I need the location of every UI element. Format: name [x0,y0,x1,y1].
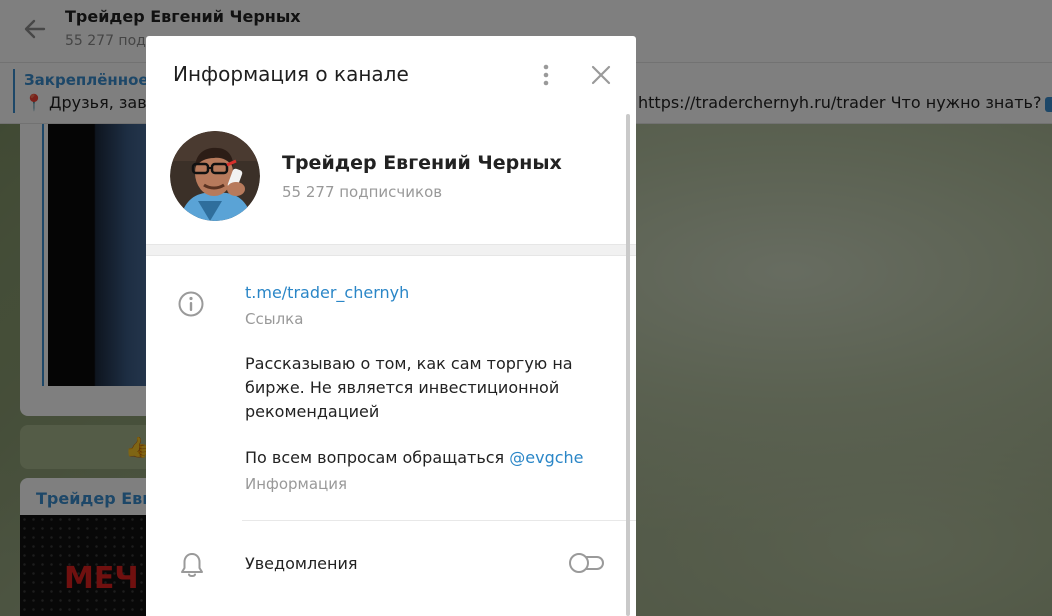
avatar[interactable] [170,131,260,221]
section-divider [146,244,636,256]
notifications-toggle[interactable] [569,553,606,573]
subscriber-count: 55 277 подписчиков [282,183,443,201]
info-caption: Информация [245,475,348,493]
channel-name: Трейдер Евгений Черных [282,152,562,174]
dialog-title: Информация о канале [173,62,409,86]
notifications-row[interactable]: Уведомления [146,521,636,606]
channel-link[interactable]: t.me/trader_chernyh [245,283,409,302]
info-icon [178,291,204,317]
channel-profile: Трейдер Евгений Черных 55 277 подписчико… [146,116,636,244]
more-options-icon[interactable] [535,62,557,88]
contact-text: По всем вопросам обращаться [245,448,510,467]
contact-mention-link[interactable]: @evgche [509,448,583,467]
scrollbar[interactable] [626,114,630,616]
toggle-knob [569,553,589,573]
contact-line: По всем вопросам обращаться @evgche [245,448,584,467]
bell-icon [181,553,203,577]
notifications-label: Уведомления [245,554,358,573]
channel-description: Рассказываю о том, как сам торгую на бир… [245,354,573,421]
link-caption: Ссылка [245,310,304,328]
channel-info-dialog: Информация о канале Трейдер Евгений Черн… [146,36,636,616]
dialog-header: Информация о канале [146,36,636,116]
scrollbar-thumb[interactable] [626,114,630,616]
close-icon[interactable] [588,62,614,88]
